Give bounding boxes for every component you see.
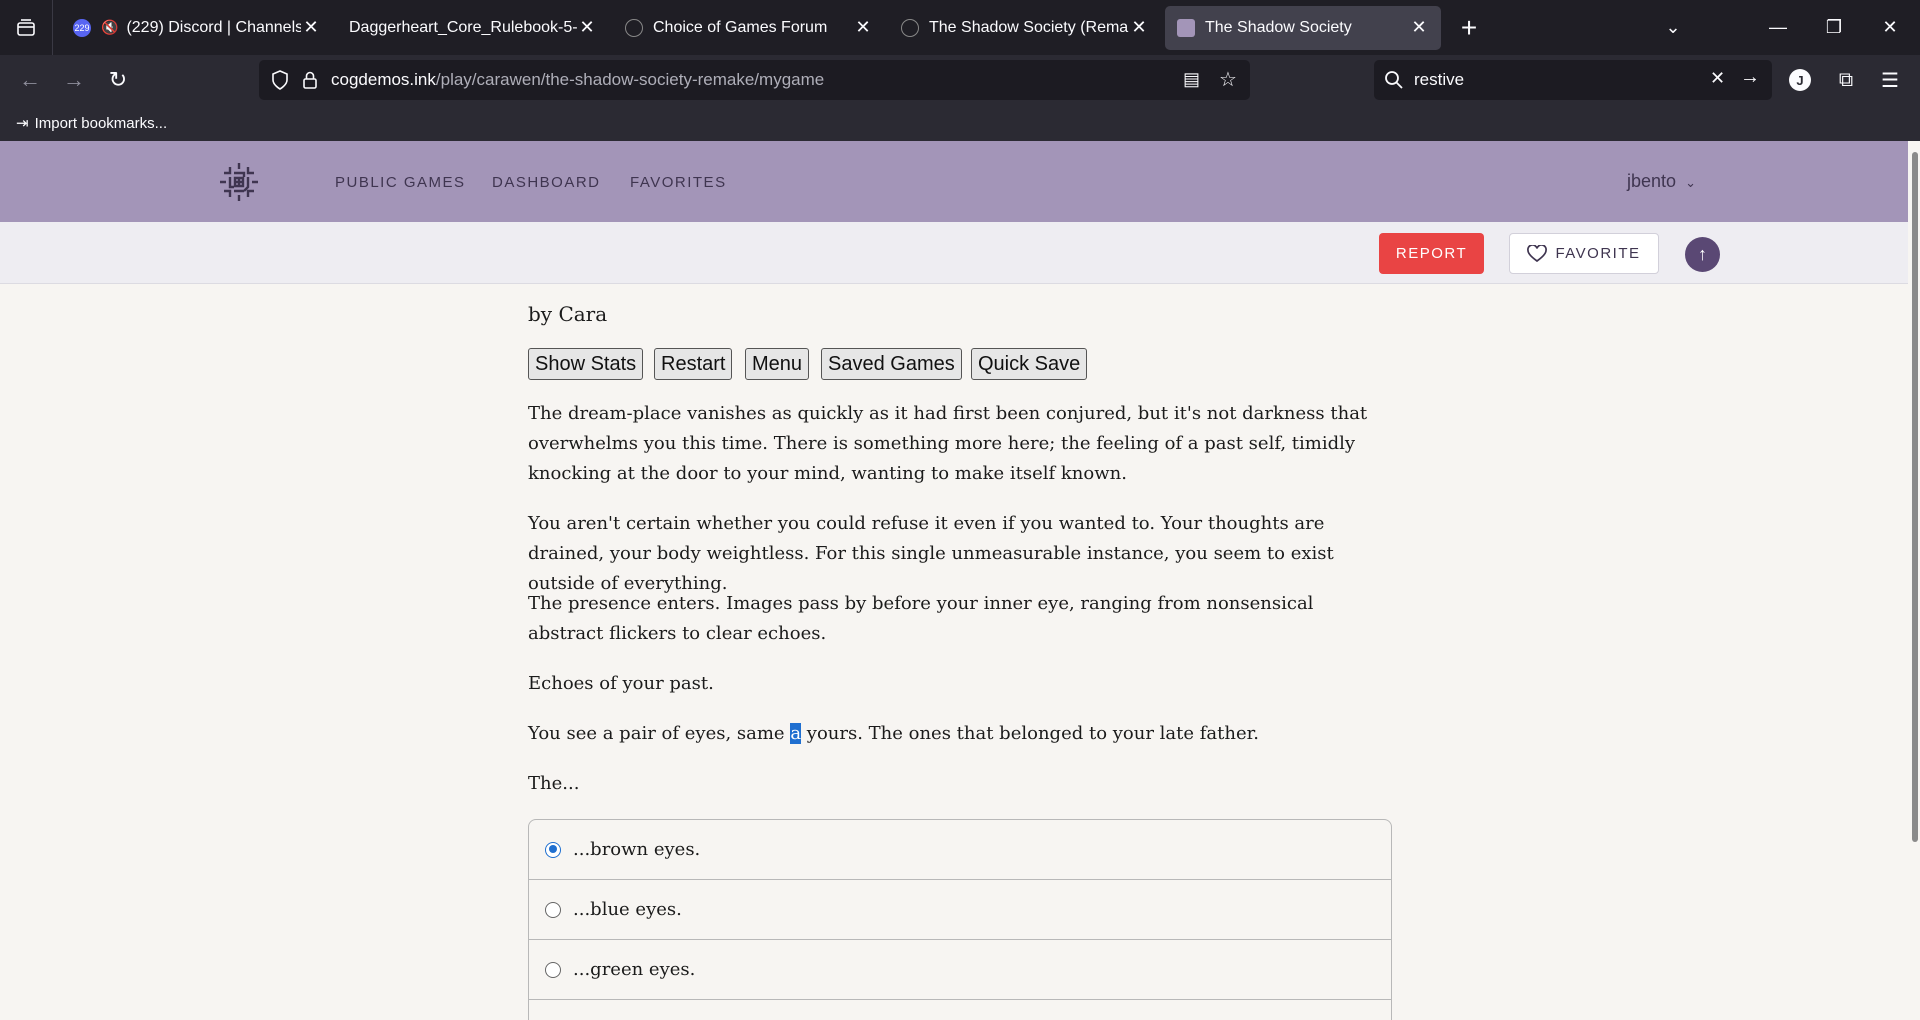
choice-list: ...brown eyes. ...blue eyes. ...green ey… [528, 819, 1392, 1020]
nav-public-games[interactable]: PUBLIC GAMES [335, 174, 466, 191]
discord-icon: 229 [73, 18, 91, 37]
heart-icon [1527, 244, 1548, 262]
story-paragraph: You aren't certain whether you could ref… [528, 513, 1334, 594]
selected-text: a [790, 723, 802, 744]
site-header: PUBLIC GAMES DASHBOARD FAVORITES jbento … [0, 141, 1908, 222]
close-tab-icon[interactable]: ✕ [577, 17, 597, 38]
favorite-button[interactable]: FAVORITE [1509, 233, 1659, 274]
menu-button[interactable]: Menu [745, 348, 810, 380]
nav-favorites[interactable]: FAVORITES [630, 174, 727, 191]
reader-view-icon[interactable]: ▤ [1183, 69, 1200, 90]
game-action-bar: REPORT FAVORITE ↑ [0, 222, 1908, 284]
lock-icon[interactable] [301, 70, 319, 90]
paragraph-text: yours. The ones that belonged to your la… [801, 723, 1259, 744]
bookmarks-bar: ⇥ Import bookmarks... [0, 105, 1920, 141]
tab-shadow-society[interactable]: The Shadow Society ✕ [1165, 5, 1441, 50]
story-paragraph: The presence enters. Images pass by befo… [528, 593, 1314, 644]
report-button[interactable]: REPORT [1379, 233, 1484, 274]
search-icon [1385, 71, 1403, 89]
minimize-icon[interactable]: — [1750, 0, 1806, 55]
close-tab-icon[interactable]: ✕ [301, 17, 321, 38]
tab-cog-forum[interactable]: Choice of Games Forum ✕ [613, 6, 885, 50]
scroll-to-top-icon[interactable]: ↑ [1685, 237, 1720, 272]
quick-save-button[interactable]: Quick Save [971, 348, 1088, 380]
radio-button[interactable] [545, 841, 561, 858]
menu-icon[interactable]: ☰ [1870, 60, 1910, 100]
nav-dashboard[interactable]: DASHBOARD [492, 174, 601, 191]
restore-icon[interactable]: ❐ [1806, 0, 1862, 55]
bookmark-star-icon[interactable]: ☆ [1219, 67, 1237, 92]
cogdemos-icon [1177, 18, 1195, 37]
story-paragraph: You see a pair of eyes, same a yours. Th… [528, 719, 1392, 749]
extensions-icon[interactable]: ⧉ [1826, 60, 1866, 100]
choice-label: ...blue eyes. [573, 899, 682, 920]
tab-title: Daggerheart_Core_Rulebook-5-20-2 [349, 18, 577, 36]
clear-search-icon[interactable]: ✕ [1710, 68, 1725, 89]
close-window-icon[interactable]: ✕ [1862, 0, 1918, 55]
forward-icon[interactable]: → [52, 60, 96, 100]
search-bar[interactable]: restive ✕ → [1374, 60, 1772, 100]
list-all-tabs-icon[interactable]: ⌄ [1645, 0, 1701, 55]
choice-prompt: The... [528, 773, 580, 794]
favorite-label: FAVORITE [1555, 245, 1641, 262]
tab-title: Choice of Games Forum [653, 18, 828, 36]
story-paragraph: Echoes of your past. [528, 673, 714, 694]
new-tab-button[interactable]: + [1449, 12, 1489, 44]
account-initial: J [1789, 69, 1811, 91]
chevron-down-icon: ⌄ [1685, 175, 1696, 190]
choice-label: ...green eyes. [573, 959, 696, 980]
url-bar[interactable]: cogdemos.ink/play/carawen/the-shadow-soc… [259, 60, 1250, 100]
saved-games-button[interactable]: Saved Games [821, 348, 962, 380]
cog-forum-icon [625, 18, 643, 37]
go-arrow-icon[interactable]: → [1740, 66, 1760, 89]
choice-option[interactable]: ...green eyes. [529, 940, 1391, 1000]
tab-discord[interactable]: 229 🔇 (229) Discord | Channels & ✕ [61, 6, 333, 50]
radio-button[interactable] [545, 901, 561, 918]
tab-title: (229) Discord | Channels & [126, 18, 301, 36]
choice-option[interactable]: ...blue eyes. [529, 880, 1391, 940]
tab-shadow-society-remake[interactable]: The Shadow Society (Remake) ( ✕ [889, 6, 1161, 50]
muted-speaker-icon[interactable]: 🔇 [101, 19, 118, 36]
tab-list-icon [17, 18, 35, 36]
cog-forum-icon [901, 18, 919, 37]
tab-daggerheart[interactable]: Daggerheart_Core_Rulebook-5-20-2 ✕ [337, 6, 609, 50]
page-scrollbar[interactable] [1912, 152, 1918, 842]
radio-button[interactable] [545, 961, 561, 978]
show-stats-button[interactable]: Show Stats [528, 348, 644, 380]
user-menu[interactable]: jbento ⌄ [1627, 171, 1696, 192]
tab-title: The Shadow Society [1205, 18, 1352, 36]
search-input[interactable]: restive [1414, 70, 1464, 90]
close-tab-icon[interactable]: ✕ [853, 17, 873, 38]
author-byline: by Cara [528, 302, 608, 326]
tab-strip: 229 🔇 (229) Discord | Channels & ✕ Dagge… [0, 0, 1920, 55]
username: jbento [1627, 171, 1677, 191]
tracking-protection-icon[interactable] [269, 69, 291, 91]
choice-label: ...brown eyes. [573, 839, 701, 860]
nav-toolbar: ← → ↻ cogdemos.ink/play/carawen/the-shad… [0, 55, 1920, 105]
tab-title: The Shadow Society (Remake) ( [929, 18, 1129, 36]
paragraph-text: You see a pair of eyes, same [528, 723, 791, 744]
report-label: REPORT [1395, 245, 1468, 262]
back-icon[interactable]: ← [8, 60, 52, 100]
restart-button[interactable]: Restart [654, 348, 733, 380]
url-path: /play/carawen/the-shadow-society-remake/… [435, 70, 825, 89]
account-icon[interactable]: J [1780, 60, 1820, 100]
story-paragraph: The dream-place vanishes as quickly as i… [528, 403, 1368, 484]
import-bookmarks-link[interactable]: Import bookmarks... [35, 115, 168, 132]
cogdemos-logo-icon[interactable] [218, 161, 260, 203]
close-tab-icon[interactable]: ✕ [1129, 17, 1149, 38]
url-host: cogdemos.ink [331, 70, 436, 89]
import-icon: ⇥ [16, 115, 29, 132]
reload-icon[interactable]: ↻ [96, 60, 140, 100]
tab-list-button[interactable] [0, 0, 53, 55]
choice-option[interactable]: ...brown eyes. [529, 820, 1391, 880]
close-tab-icon[interactable]: ✕ [1409, 17, 1429, 38]
